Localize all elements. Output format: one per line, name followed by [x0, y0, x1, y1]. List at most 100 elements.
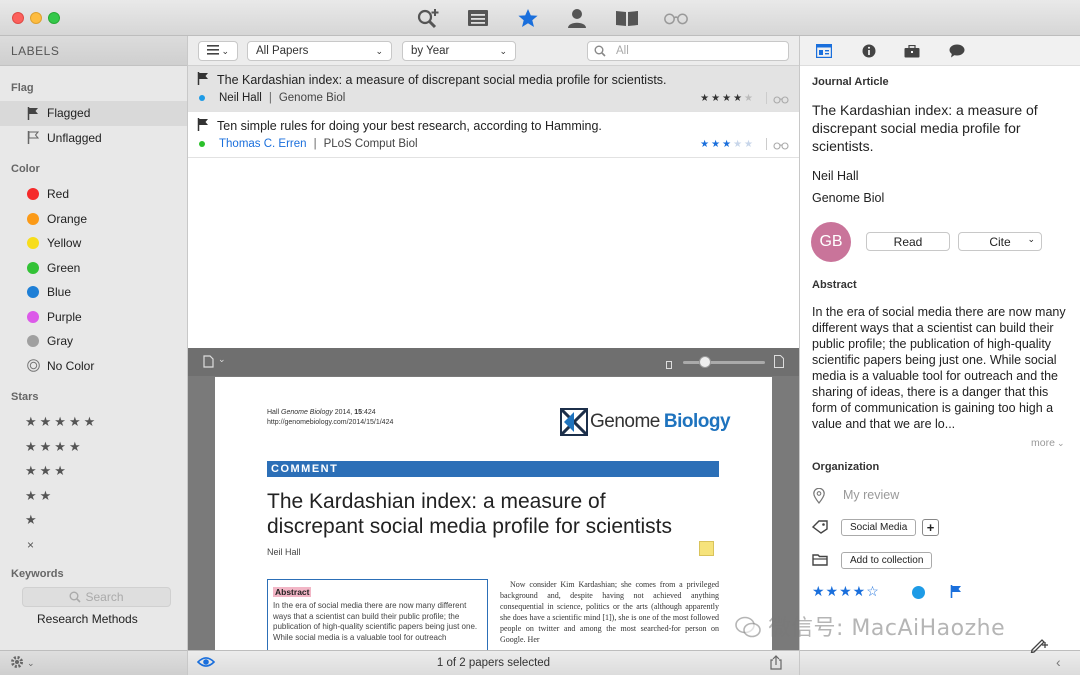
more-link[interactable]: more ⌄: [1031, 437, 1064, 449]
zoom-slider[interactable]: [683, 361, 765, 364]
no-color-icon: [26, 359, 40, 373]
keyword-search-input[interactable]: Search: [22, 587, 171, 607]
sort-select[interactable]: by Year ⌄: [402, 41, 516, 61]
star-icon[interactable]: [515, 7, 541, 29]
list-options-button[interactable]: ⌄: [198, 41, 238, 61]
color-dot-icon: [26, 188, 40, 201]
flag-filled-icon[interactable]: [197, 72, 209, 88]
eye-icon[interactable]: [196, 656, 216, 671]
sidebar-item-stars-3[interactable]: ★★: [0, 484, 187, 509]
gear-icon[interactable]: [10, 655, 24, 672]
sidebar-item-color-gray[interactable]: Gray: [0, 329, 187, 354]
search-add-icon[interactable]: [415, 7, 441, 29]
sidebar-item-research-methods[interactable]: Research Methods: [0, 607, 187, 631]
paper-title: Ten simple rules for doing your best res…: [217, 119, 602, 133]
sidebar-item-color-yellow[interactable]: Yellow: [0, 231, 187, 256]
sidebar-item-color-blue[interactable]: Blue: [0, 280, 187, 305]
article-title[interactable]: The Kardashian index: a measure of discr…: [812, 101, 1062, 155]
sidebar-item-stars-2[interactable]: ★★★: [0, 459, 187, 484]
tab-supplementary[interactable]: [903, 43, 921, 59]
minimize-window-button[interactable]: [30, 12, 42, 24]
pdf-body-text: Now consider Kim Kardashian; she comes f…: [500, 580, 719, 644]
abstract-text: In the era of social media there are now…: [812, 305, 1066, 431]
cite-button[interactable]: Cite ⌄: [958, 232, 1042, 251]
filter-bar: ⌄ All Papers ⌄ by Year ⌄ All: [188, 36, 799, 66]
tag-chip-social-media[interactable]: Social Media: [841, 519, 917, 536]
cite-button-label: Cite: [989, 234, 1011, 249]
tab-about[interactable]: [860, 43, 878, 59]
sidebar-item-label: Blue: [47, 285, 72, 300]
tag-icon: [811, 520, 828, 537]
star-filled-icon: ★: [733, 93, 745, 104]
star-filled-icon: ★: [711, 139, 723, 150]
flag-filled-icon: [26, 106, 40, 120]
divider: [766, 92, 767, 104]
chevron-down-icon[interactable]: ⌄: [218, 354, 226, 365]
add-to-collection-button[interactable]: Add to collection: [841, 552, 933, 569]
zoom-window-button[interactable]: [48, 12, 60, 24]
sidebar-item-label: Yellow: [47, 236, 82, 251]
stars-section-title: Stars: [11, 391, 39, 403]
chevron-down-icon: ⌄: [1027, 234, 1035, 244]
color-dot-icon: [26, 212, 40, 225]
share-icon[interactable]: [770, 655, 782, 673]
paper-rating[interactable]: ★★★★★: [700, 93, 755, 104]
chevron-down-icon: ⌄: [1056, 438, 1065, 448]
chevron-down-icon[interactable]: ⌄: [27, 658, 35, 669]
tab-notes[interactable]: [948, 43, 966, 59]
sidebar-item-color-no-color[interactable]: No Color: [0, 354, 187, 379]
article-journal[interactable]: Genome Biol: [812, 191, 884, 205]
pdf-viewer[interactable]: Hall Genome Biology 2014, 15:424 http://…: [188, 376, 799, 650]
sidebar-item-stars-0[interactable]: ★★★★★: [0, 410, 187, 435]
add-tag-button[interactable]: +: [922, 519, 939, 536]
chevron-left-icon[interactable]: ‹: [1056, 654, 1061, 670]
large-page-icon: [774, 355, 784, 371]
rating-stars[interactable]: ★★★★☆: [812, 583, 880, 600]
sidebar-item-stars-4[interactable]: ★: [0, 508, 187, 533]
paper-rating[interactable]: ★★★★★: [700, 139, 755, 150]
note-icon[interactable]: [699, 541, 714, 556]
sidebar-item-color-red[interactable]: Red: [0, 182, 187, 207]
sidebar-item-color-orange[interactable]: Orange: [0, 207, 187, 232]
logo-biology-text: Biology: [663, 411, 731, 432]
sidebar-item-stars-5[interactable]: ×: [0, 533, 187, 558]
person-icon[interactable]: [564, 7, 590, 29]
document-icon[interactable]: [203, 355, 214, 371]
separator: |: [268, 92, 272, 104]
review-input[interactable]: My review: [843, 488, 899, 502]
color-dot-icon: [26, 261, 40, 274]
close-window-button[interactable]: [12, 12, 24, 24]
unread-dot: [199, 95, 205, 101]
read-button[interactable]: Read: [866, 232, 950, 251]
tab-info[interactable]: [815, 43, 833, 59]
star-filled-icon: ★: [711, 93, 723, 104]
glasses-icon[interactable]: [663, 7, 689, 29]
sidebar-item-stars-1[interactable]: ★★★★: [0, 435, 187, 460]
briefcase-icon: [904, 44, 920, 57]
color-label-dot[interactable]: [912, 586, 925, 599]
papers-search-input[interactable]: All: [587, 41, 789, 61]
logo-genome-text: Genome: [590, 411, 660, 432]
flag-filled-icon[interactable]: [197, 118, 209, 134]
glasses-icon[interactable]: [773, 139, 789, 153]
star-rating-label: ★★★★: [25, 438, 84, 454]
plus-icon: +: [926, 520, 935, 535]
sidebar-item-color-green[interactable]: Green: [0, 256, 187, 281]
star-rating-label: ★: [25, 512, 40, 528]
zoom-slider-handle[interactable]: [699, 356, 711, 368]
inspector-tabs: [800, 36, 1080, 66]
library-icon[interactable]: [465, 7, 491, 29]
flag-icon[interactable]: [950, 585, 962, 601]
paper-row[interactable]: Ten simple rules for doing your best res…: [188, 112, 799, 158]
paper-row[interactable]: The Kardashian index: a measure of discr…: [188, 66, 799, 112]
sidebar-footer: ⌄: [0, 650, 188, 675]
edit-pencil-icon[interactable]: [1030, 637, 1050, 656]
color-dot-icon: [26, 310, 40, 323]
glasses-icon[interactable]: [773, 93, 789, 107]
collection-select[interactable]: All Papers ⌄: [247, 41, 392, 61]
article-author[interactable]: Neil Hall: [812, 169, 859, 183]
sidebar-item-unflagged[interactable]: Unflagged: [0, 126, 187, 151]
book-icon[interactable]: [614, 7, 640, 29]
sidebar-item-color-purple[interactable]: Purple: [0, 305, 187, 330]
sidebar-item-flagged[interactable]: Flagged: [0, 101, 187, 126]
